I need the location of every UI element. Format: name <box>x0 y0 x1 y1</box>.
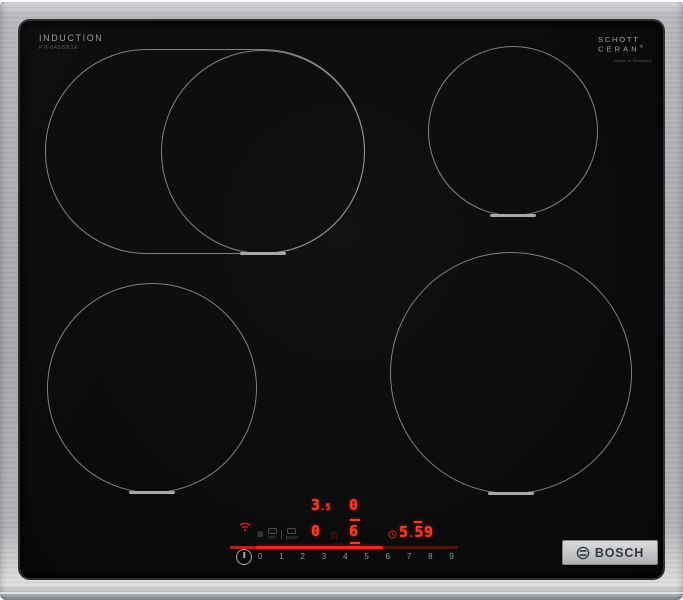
power-level-key-0[interactable]: 0 <box>258 552 262 561</box>
timer-symbol <box>267 528 277 534</box>
flex-zone-circle <box>161 50 365 255</box>
front-right-power-display[interactable]: 6 <box>349 519 361 544</box>
divider <box>280 530 282 539</box>
zone-center-mark <box>488 492 534 495</box>
power-level-scale[interactable]: 0 · 1 · 2 · 3 · 4 · 5 · 6 · 7 · 8 · 9 <box>258 550 454 562</box>
favorite-star-icon[interactable]: ☆ <box>329 529 340 541</box>
level-separator: · <box>376 553 379 559</box>
level-separator: · <box>333 553 336 559</box>
powerboost-icon: boost <box>286 528 298 541</box>
power-level-key-7[interactable]: 7 <box>407 552 411 561</box>
slider-line-active <box>256 546 383 549</box>
slider-line-dim <box>383 546 458 549</box>
min-label: min <box>268 535 277 541</box>
frame-top-highlight <box>0 0 683 2</box>
boost-label: boost <box>285 535 298 541</box>
bosch-wordmark: BOSCH <box>594 545 645 560</box>
bosch-badge: BOSCH <box>562 540 658 565</box>
induction-label: INDUCTION <box>39 33 104 43</box>
zone-center-mark <box>490 214 536 217</box>
power-level-key-9[interactable]: 9 <box>449 552 453 561</box>
boost-symbol <box>287 528 297 534</box>
power-level-key-5[interactable]: 5 <box>364 552 368 561</box>
power-level-key-3[interactable]: 3 <box>322 552 326 561</box>
wifi-icon <box>239 522 251 532</box>
zone-center-mark <box>240 252 286 255</box>
rear-right-power-display[interactable]: 0 <box>349 498 358 513</box>
ceran-subtext: Made in Germany <box>614 58 652 64</box>
power-button[interactable] <box>236 549 252 565</box>
zone-center-mark <box>129 491 175 494</box>
level-separator: · <box>397 553 400 559</box>
aux-function-icons: ▦ min boost <box>257 528 298 541</box>
power-level-key-1[interactable]: 1 <box>279 552 283 561</box>
level-separator: · <box>291 553 294 559</box>
model-number: PIF645BB1E <box>39 45 79 51</box>
short-timer-icon: min <box>267 528 277 541</box>
level-separator: · <box>354 553 357 559</box>
ceramic-glass-surface: INDUCTION PIF645BB1E SCHOTT CERAN® Made … <box>20 21 663 578</box>
power-level-key-8[interactable]: 8 <box>428 552 432 561</box>
bosch-logo-icon <box>576 546 590 559</box>
induction-hob: INDUCTION PIF645BB1E SCHOTT CERAN® Made … <box>0 0 683 600</box>
clock-icon <box>388 530 397 539</box>
pan-grid-icon: ▦ <box>257 531 264 538</box>
front-left-power-display[interactable]: 0 <box>311 524 320 539</box>
power-level-key-2[interactable]: 2 <box>301 552 305 561</box>
frame-bottom-highlight <box>0 592 683 594</box>
power-level-key-4[interactable]: 4 <box>343 552 347 561</box>
level-separator: · <box>269 553 272 559</box>
level-separator: · <box>439 553 442 559</box>
level-separator: · <box>418 553 421 559</box>
ceran-line: CERAN® <box>598 44 644 54</box>
level-separator: · <box>312 553 315 559</box>
schott-line: SCHOTT <box>598 35 640 44</box>
rear-left-power-display[interactable]: 3.5 <box>311 498 331 513</box>
power-level-key-6[interactable]: 6 <box>386 552 390 561</box>
front-right-zone <box>390 252 632 495</box>
rear-right-zone <box>428 46 598 217</box>
front-left-zone <box>47 283 257 494</box>
schott-ceran-logo: SCHOTT CERAN® Made in Germany <box>598 35 652 63</box>
registered-mark: ® <box>639 44 644 50</box>
timer-display[interactable]: 5.59 <box>399 521 434 540</box>
